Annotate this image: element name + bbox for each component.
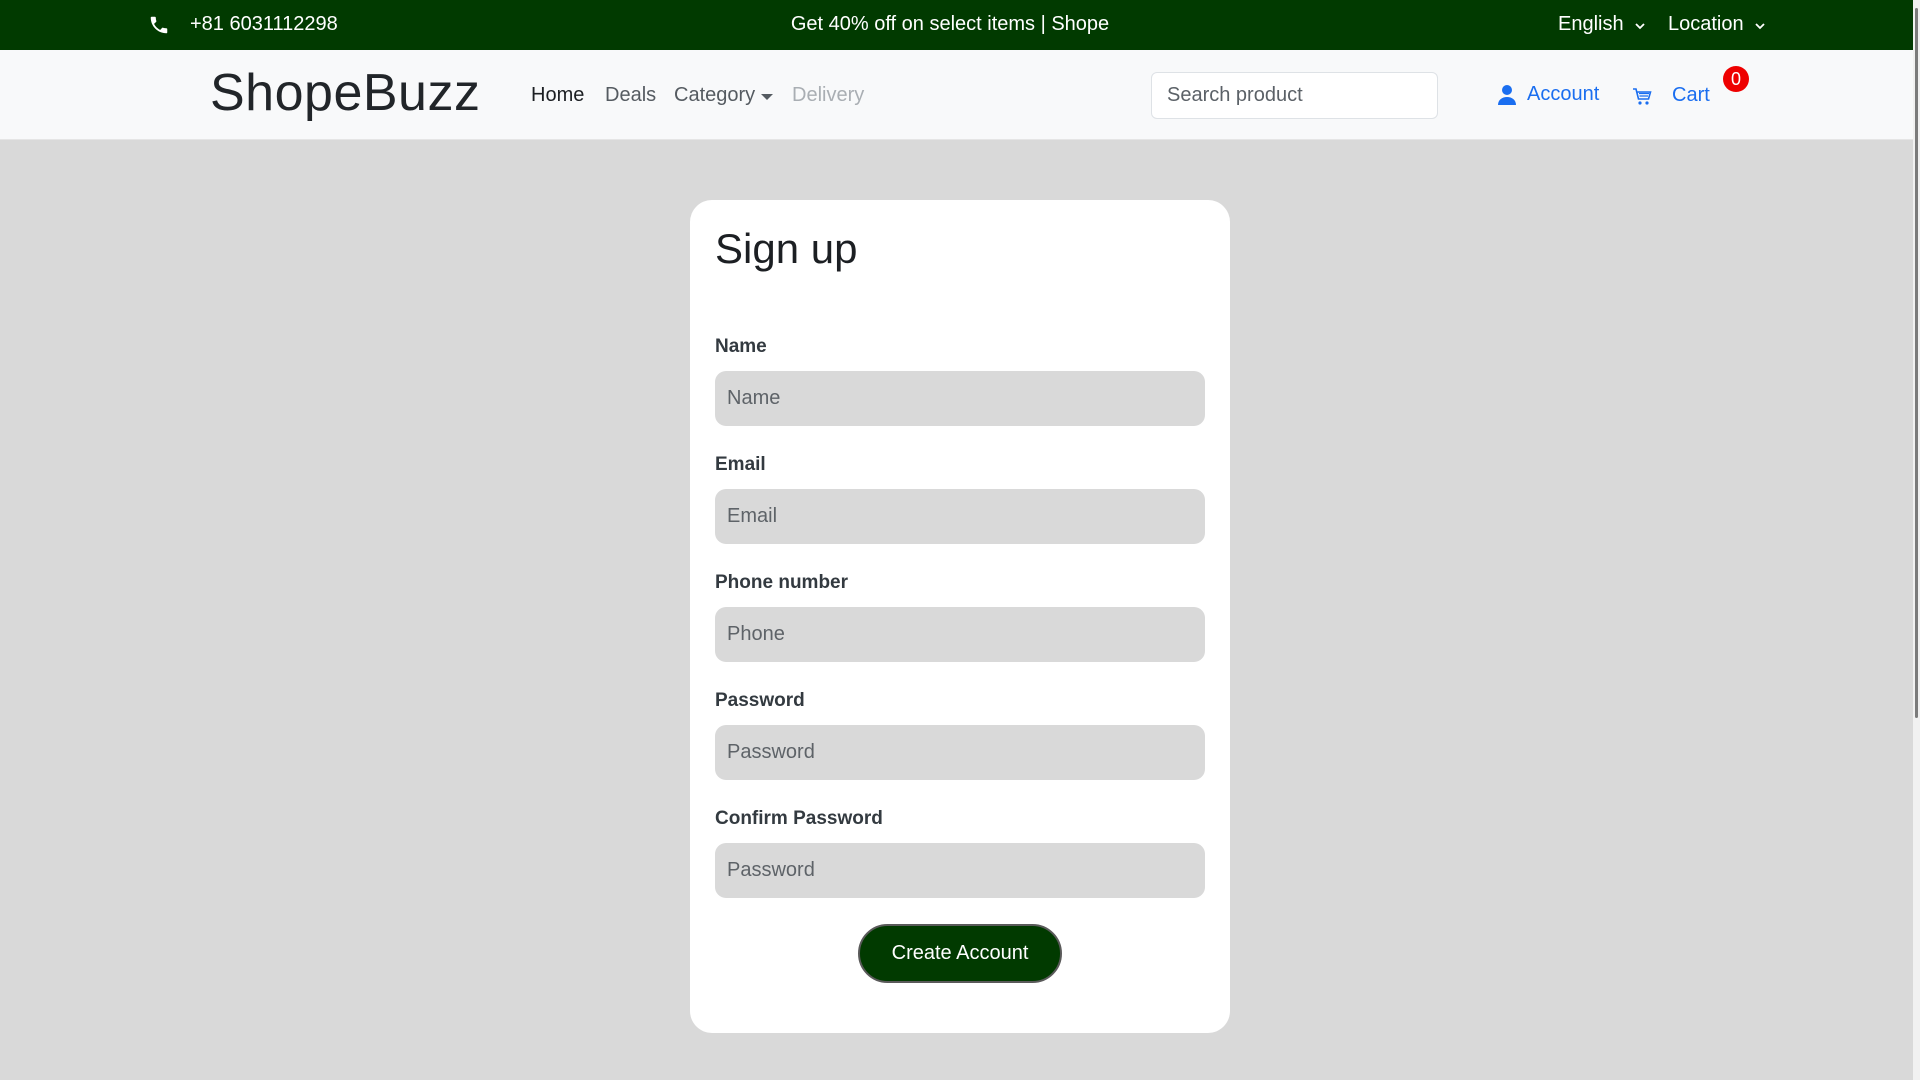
confirm-password-label: Confirm Password [715,808,883,829]
page-title: Sign up [715,225,858,272]
chevron-down-icon [1634,23,1645,30]
signup-card: Sign up Name Email Phone number Password… [690,200,1230,1033]
brand-logo[interactable]: ShopeBuzz [210,63,480,123]
scrollbar-thumb[interactable] [1915,8,1918,718]
language-label: English [1558,13,1624,35]
cart-link[interactable]: Cart [1632,83,1710,107]
language-dropdown[interactable]: English [1558,13,1646,36]
phone-label: Phone number [715,572,849,593]
password-field[interactable] [715,725,1205,780]
chevron-down-icon [1754,23,1765,30]
nav-link-home[interactable]: Home [531,84,584,107]
cart-label: Cart [1672,83,1710,106]
nav-link-delivery: Delivery [792,84,865,106]
email-label: Email [715,454,766,475]
top-announcement-bar: +81 6031112298 Get 40% off on select ite… [0,0,1920,50]
category-label: Category [674,84,756,106]
password-label: Password [715,690,805,711]
account-link[interactable]: Account [1497,83,1599,106]
location-label: Location [1668,13,1744,35]
main-navbar: ShopeBuzz Home Deals Category Delivery A… [0,50,1920,140]
user-icon [1498,84,1516,105]
account-label: Account [1527,83,1600,105]
cart-count-badge: 0 [1723,66,1749,92]
search-input[interactable] [1151,72,1438,119]
nav-link-category[interactable]: Category [674,84,774,107]
phone-field[interactable] [715,607,1205,662]
email-field[interactable] [715,489,1205,544]
confirm-password-field[interactable] [715,843,1205,898]
cart-icon [1633,88,1652,105]
name-field[interactable] [715,371,1205,426]
caret-down-icon [761,93,774,100]
create-account-button[interactable]: Create Account [858,924,1062,983]
location-dropdown[interactable]: Location [1668,13,1766,36]
nav-link-deals[interactable]: Deals [605,84,656,107]
name-label: Name [715,336,767,357]
